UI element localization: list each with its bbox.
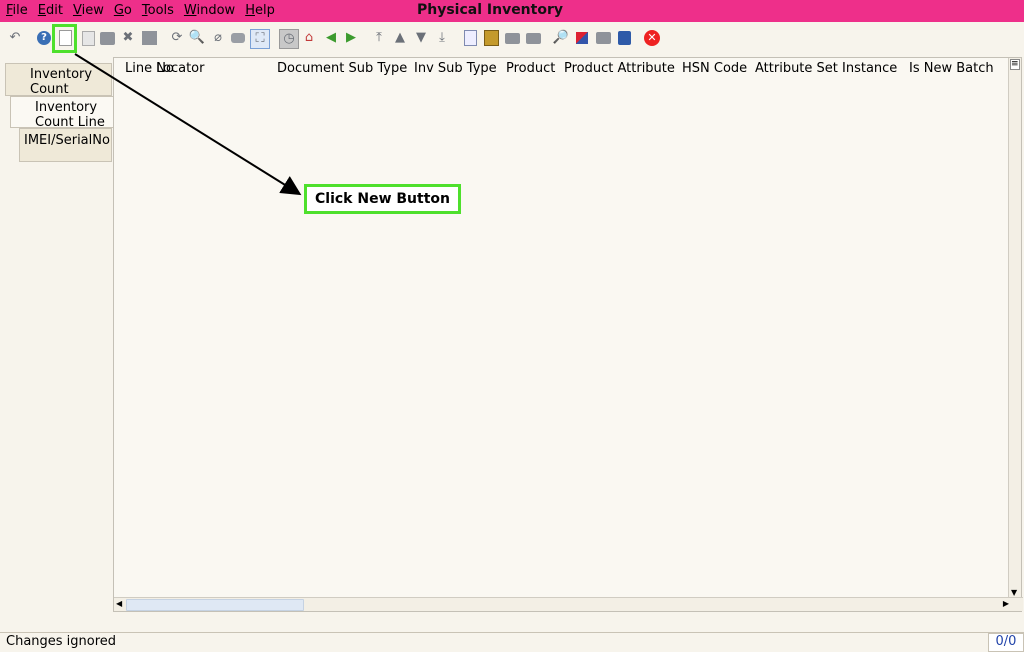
scroll-right-icon[interactable]: ▶ [1003, 599, 1009, 608]
tab-label-line-2: Count [30, 82, 69, 97]
vertical-scrollbar[interactable]: ≡ ▼ [1008, 58, 1021, 599]
toggle-grid-icon[interactable]: ⛶ [250, 29, 270, 49]
tab-inventory-count[interactable]: Inventory Count [5, 63, 112, 97]
attachment-icon[interactable]: ⌀ [209, 29, 227, 47]
undo-icon[interactable]: ↶ [6, 29, 24, 47]
zoom-across-icon[interactable]: 🔎 [552, 29, 570, 47]
tab-label-line-1: Inventory [35, 100, 98, 115]
home-icon[interactable]: ⌂ [300, 29, 318, 47]
title-bar: File Edit View Go Tools Window Help Phys… [0, 0, 1024, 22]
column-header-locator[interactable]: Locator [156, 61, 204, 76]
scroll-down-icon[interactable]: ▼ [1011, 588, 1017, 597]
requests-icon[interactable] [594, 29, 612, 47]
delete-icon[interactable] [98, 29, 116, 47]
forward-icon[interactable]: ▶ [342, 29, 360, 47]
column-chooser-icon[interactable]: ≡ [1010, 59, 1020, 70]
next-record-icon[interactable]: ▼ [412, 29, 430, 47]
archive-icon[interactable] [482, 29, 500, 47]
tab-label-line-1: IMEI/SerialNo [24, 133, 110, 148]
column-header-document-sub-type[interactable]: Document Sub Type [277, 61, 407, 76]
exit-icon[interactable]: ✕ [643, 29, 661, 47]
product-info-icon[interactable] [615, 29, 633, 47]
tab-label-line-1: Inventory [30, 67, 93, 82]
new-button-highlight [52, 24, 77, 53]
window-title: Physical Inventory [416, 2, 563, 18]
record-count[interactable]: 0/0 [988, 633, 1024, 652]
help-icon[interactable]: ? [35, 29, 53, 47]
status-message: Changes ignored [6, 634, 117, 649]
data-grid[interactable]: Line No Locator Document Sub Type Inv Su… [113, 57, 1023, 612]
chat-icon[interactable] [229, 29, 247, 47]
column-header-inv-sub-type[interactable]: Inv Sub Type [414, 61, 497, 76]
history-icon[interactable]: ◷ [279, 29, 299, 49]
horizontal-scrollbar[interactable]: ◀ ▶ [114, 597, 1023, 611]
last-record-icon[interactable]: ⤓ [433, 29, 451, 47]
back-icon[interactable]: ◀ [322, 29, 340, 47]
column-header-attribute-set-instance[interactable]: Attribute Set Instance [755, 61, 897, 76]
column-header-product[interactable]: Product [506, 61, 555, 76]
annotation-callout: Click New Button [304, 184, 461, 214]
toolbar: ↶ ? ✖ ⟳ 🔍 ⌀ ⛶ ◷ ⌂ ◀ ▶ ⤒ ▲ ▼ ⤓ 🔎 ✕ [0, 24, 1024, 56]
active-workflows-icon[interactable] [573, 29, 591, 47]
delete-selection-icon[interactable]: ✖ [119, 29, 137, 47]
first-record-icon[interactable]: ⤒ [370, 29, 388, 47]
previous-record-icon[interactable]: ▲ [391, 29, 409, 47]
print-preview-icon[interactable] [524, 29, 542, 47]
column-header-hsn-code[interactable]: HSN Code [682, 61, 747, 76]
report-icon[interactable] [461, 29, 479, 47]
tab-imei-serialno[interactable]: IMEI/SerialNo [19, 128, 112, 162]
tab-inventory-count-line[interactable]: Inventory Count Line [10, 96, 113, 130]
copy-record-icon[interactable] [79, 29, 97, 47]
column-header-is-new-batch[interactable]: Is New Batch [909, 61, 994, 76]
save-icon[interactable] [140, 29, 158, 47]
scroll-left-icon[interactable]: ◀ [116, 599, 122, 608]
refresh-icon[interactable]: ⟳ [168, 29, 186, 47]
find-icon[interactable]: 🔍 [188, 29, 206, 47]
column-header-product-attribute[interactable]: Product Attribute [564, 61, 675, 76]
horizontal-scroll-thumb[interactable] [126, 599, 304, 611]
print-icon[interactable] [503, 29, 521, 47]
status-bar: Changes ignored 0/0 [0, 632, 1024, 652]
